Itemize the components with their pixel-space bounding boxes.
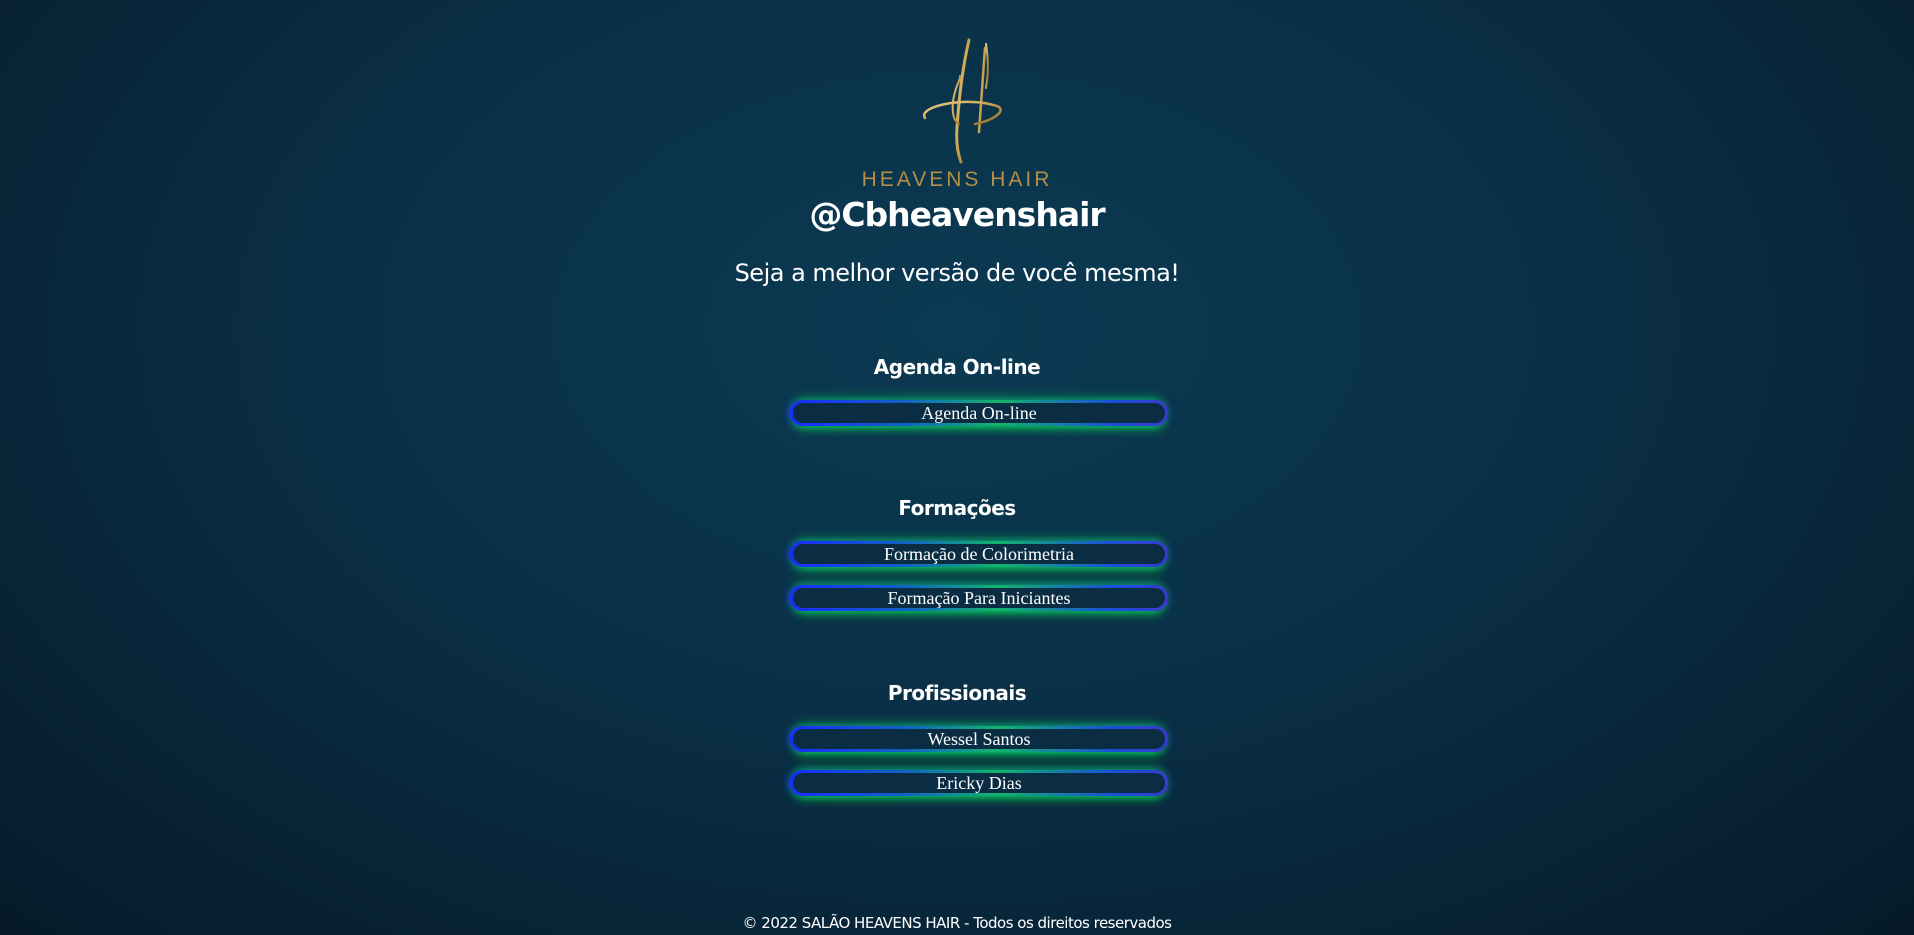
- brand-logo: HEAVENS HAIR: [857, 36, 1057, 192]
- profile-tagline: Seja a melhor versão de você mesma!: [734, 259, 1180, 287]
- section-title-formacoes: Formações: [898, 496, 1016, 520]
- link-button-ericky-dias[interactable]: Ericky Dias: [790, 770, 1168, 796]
- brand-logo-text: HEAVENS HAIR: [861, 168, 1053, 191]
- section-title-agenda: Agenda On-line: [873, 355, 1041, 379]
- link-button-formacao-iniciantes[interactable]: Formação Para Iniciantes: [790, 585, 1168, 611]
- h-monogram-icon: [923, 38, 1002, 164]
- profile-handle: @Cbheavenshair: [809, 195, 1105, 234]
- link-button-formacao-colorimetria[interactable]: Formação de Colorimetria: [790, 541, 1168, 567]
- link-button-agenda-online[interactable]: Agenda On-line: [790, 400, 1168, 426]
- footer-copyright: © 2022 SALÃO HEAVENS HAIR - Todos os dir…: [742, 914, 1172, 932]
- section-title-profissionais: Profissionais: [887, 681, 1027, 705]
- link-button-wessel-santos[interactable]: Wessel Santos: [790, 726, 1168, 752]
- link-page: HEAVENS HAIR @Cbheavenshair Seja a melho…: [0, 0, 1914, 935]
